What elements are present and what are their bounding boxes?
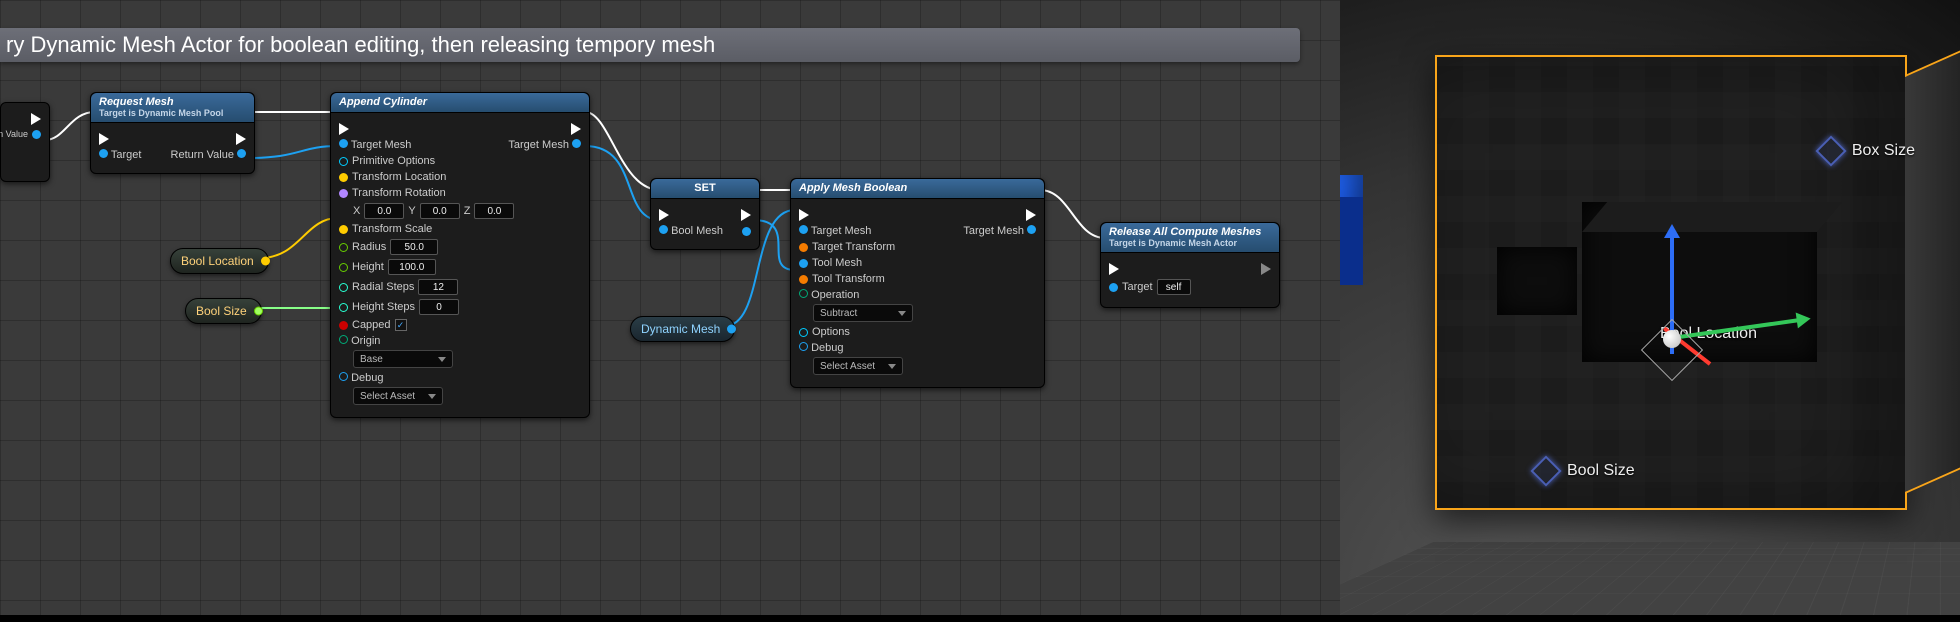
pin-height[interactable]: Height [339,259,581,275]
var-bool-size[interactable]: Bool Size [185,298,262,324]
exec-out[interactable] [1026,209,1036,221]
label-box-size[interactable]: Box Size [1820,140,1915,162]
debug-dropdown[interactable]: Select Asset [813,357,903,375]
out-return-value[interactable]: Return Value [9,129,41,139]
out-exec[interactable] [9,113,41,125]
pin-debug[interactable]: Debug Select Asset [339,372,581,405]
label-bool-size[interactable]: Bool Size [1535,460,1635,482]
pin-options[interactable]: Options [799,326,1036,338]
operation-dropdown[interactable]: Subtract [813,304,913,322]
rot-z-input[interactable] [474,203,514,219]
diamond-icon [1530,455,1561,486]
node-release-compute-meshes[interactable]: Release All Compute Meshes Target is Dyn… [1100,222,1280,308]
pin-tool-mesh[interactable]: Tool Mesh [799,257,1036,269]
gizmo-origin-sphere[interactable] [1663,330,1681,348]
pin-operation[interactable]: Operation Subtract [799,289,1036,322]
rot-x-input[interactable] [364,203,404,219]
exec-in[interactable] [99,133,109,145]
pin-target-mesh[interactable]: Target Mesh [339,139,411,151]
target-self-input[interactable] [1157,279,1191,295]
rot-y-input[interactable] [420,203,460,219]
pin-origin[interactable]: Origin Base [339,335,581,368]
pin-target[interactable]: Target [99,149,141,161]
pin-primitive-options[interactable]: Primitive Options [339,155,581,167]
pin-radius[interactable]: Radius [339,239,581,255]
diamond-icon [1815,135,1846,166]
node-title: Apply Mesh Boolean [791,179,1044,199]
exec-in[interactable] [659,209,669,221]
pin-bool-mesh[interactable]: Bool Mesh [659,225,751,237]
var-dynamic-mesh[interactable]: Dynamic Mesh [630,316,735,342]
origin-dropdown[interactable]: Base [353,350,453,368]
boolean-hole-small [1497,247,1577,315]
pin-return[interactable]: Return Value [171,149,246,161]
exec-in[interactable] [1109,263,1119,275]
pin-height-steps[interactable]: Height Steps [339,299,581,315]
node-truncated-left[interactable]: Return Value [0,102,50,182]
debug-dropdown[interactable]: Select Asset [353,387,443,405]
viewport-3d[interactable]: Box Size Bool Location Bool Size [1340,0,1960,615]
capped-checkbox[interactable]: ✓ [395,319,407,331]
pin-transform-rotation[interactable]: Transform Rotation [339,187,581,199]
height-steps-input[interactable] [419,299,459,315]
node-title: Release All Compute Meshes Target is Dyn… [1101,223,1279,253]
out-target-mesh[interactable]: Target Mesh [508,139,581,151]
rotation-values: X Y Z [339,203,581,219]
gizmo-axis-y-green[interactable] [1672,318,1801,340]
exec-out[interactable] [236,133,246,145]
exec-out[interactable] [1261,263,1271,275]
pin-tool-transform[interactable]: Tool Transform [799,273,1036,285]
exec-in[interactable] [339,123,349,135]
pin-transform-location[interactable]: Transform Location [339,171,581,183]
pin-target-transform[interactable]: Target Transform [799,241,1036,253]
node-title: Append Cylinder [331,93,589,113]
pin-radial-steps[interactable]: Radial Steps [339,279,581,295]
exec-out[interactable] [741,209,751,221]
exec-in[interactable] [799,209,809,221]
comment-text: ry Dynamic Mesh Actor for boolean editin… [6,32,715,57]
gizmo-frame [1641,319,1703,381]
node-title: SET [651,179,759,199]
ground-grid [1340,542,1960,615]
pin-transform-scale[interactable]: Transform Scale [339,223,581,235]
pin-target-mesh[interactable]: Target Mesh [799,225,871,237]
out-value[interactable] [742,227,751,236]
out-target-mesh[interactable]: Target Mesh [963,225,1036,237]
pin-target[interactable]: Target [1109,279,1271,295]
node-append-cylinder[interactable]: Append Cylinder Target Mesh Target Mesh … [330,92,590,418]
exec-out[interactable] [571,123,581,135]
radial-steps-input[interactable] [418,279,458,295]
node-title: Request Mesh Target is Dynamic Mesh Pool [91,93,254,123]
pin-debug[interactable]: Debug Select Asset [799,342,1036,375]
node-apply-mesh-boolean[interactable]: Apply Mesh Boolean Target Mesh Target Me… [790,178,1045,388]
height-input[interactable] [388,259,436,275]
background-cube-blue [1340,175,1363,285]
var-bool-location[interactable]: Bool Location [170,248,269,274]
comment-header[interactable]: ry Dynamic Mesh Actor for boolean editin… [0,28,1300,62]
radius-input[interactable] [390,239,438,255]
blueprint-graph-panel[interactable]: ry Dynamic Mesh Actor for boolean editin… [0,0,1340,615]
node-set-bool-mesh[interactable]: SET Bool Mesh [650,178,760,250]
node-request-mesh[interactable]: Request Mesh Target is Dynamic Mesh Pool… [90,92,255,174]
transform-gizmo[interactable] [1610,230,1810,400]
pin-capped[interactable]: Capped ✓ [339,319,581,331]
